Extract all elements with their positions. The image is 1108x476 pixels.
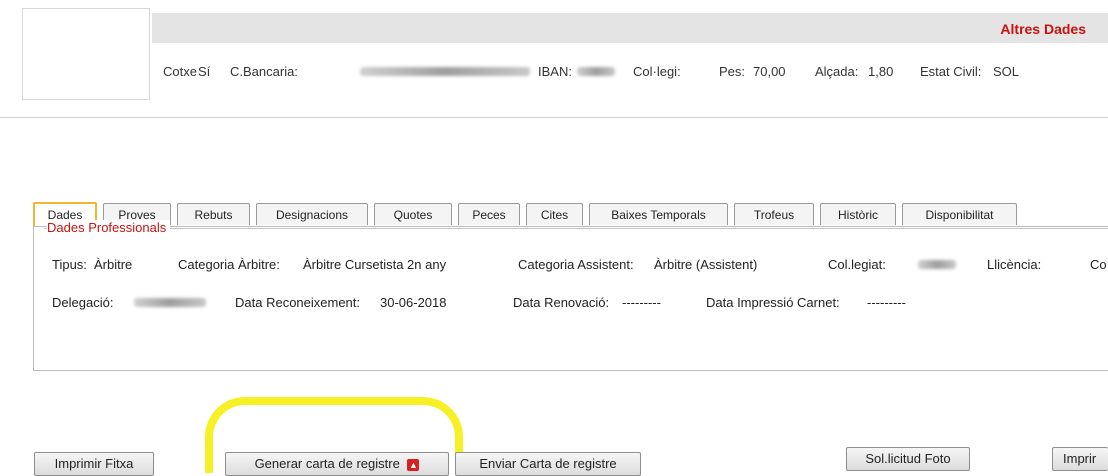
- colegiat-redacted: [918, 260, 956, 269]
- iban-redacted: [577, 67, 615, 76]
- professional-row-2: Delegació: Data Reconeixement: 30-06-201…: [52, 295, 1108, 311]
- pes-value: 70,00: [753, 64, 786, 79]
- bancaria-label: C.Bancaria:: [230, 64, 298, 79]
- generar-carta-label: Generar carta de registre: [254, 456, 400, 471]
- imprimir-fitxa-button[interactable]: Imprimir Fitxa: [34, 452, 154, 476]
- altres-dades-link[interactable]: Altres Dades: [1000, 21, 1086, 37]
- renovacio-value: ---------: [622, 295, 661, 310]
- imprimir-button-truncated[interactable]: Imprir: [1052, 447, 1108, 471]
- truncated-label: Co: [1090, 257, 1107, 272]
- pdf-icon: ▲: [407, 458, 420, 471]
- profile-photo-placeholder: [22, 8, 150, 100]
- renovacio-label: Data Renovació:: [513, 295, 610, 310]
- alcada-label: Alçada:: [815, 64, 859, 79]
- collegi-label: Col·legi:: [633, 64, 681, 79]
- tab-quotes[interactable]: Quotes: [374, 203, 452, 225]
- generar-carta-button[interactable]: Generar carta de registre ▲: [225, 452, 449, 476]
- reconeixement-label: Data Reconeixement:: [235, 295, 361, 310]
- delegacio-label: Delegació:: [52, 295, 114, 310]
- tab-cites[interactable]: Cites: [526, 203, 583, 225]
- estat-civil-label: Estat Civil:: [920, 64, 982, 79]
- impressio-label: Data Impressió Carnet:: [706, 295, 840, 310]
- tab-rebuts[interactable]: Rebuts: [177, 203, 250, 225]
- categoria-value: Àrbitre Cursetista 2n any: [303, 257, 447, 272]
- tab-historic[interactable]: Històric: [820, 203, 896, 225]
- enviar-carta-button[interactable]: Enviar Carta de registre: [455, 452, 641, 476]
- cotxe-value: Sí: [198, 64, 211, 79]
- sollicitud-foto-button[interactable]: Sol.licitud Foto: [846, 447, 970, 471]
- tab-peces[interactable]: Peces: [458, 203, 520, 225]
- header-bar: Altres Dades: [152, 13, 1108, 43]
- iban-label: IBAN:: [538, 64, 572, 79]
- divider: [0, 117, 1108, 118]
- tab-disponibilitat[interactable]: Disponibilitat: [902, 203, 1017, 225]
- reconeixement-value: 30-06-2018: [380, 295, 447, 310]
- impressio-value: ---------: [867, 295, 906, 310]
- llicencia-label: Llicència:: [987, 257, 1042, 272]
- tipus-label: Tipus:: [52, 257, 87, 272]
- tipus-value: Àrbitre: [94, 257, 133, 272]
- section-legend: Dades Professionals: [47, 220, 171, 235]
- assistent-value: Àrbitre (Assistent): [654, 257, 758, 272]
- bancaria-redacted: [360, 67, 530, 76]
- categoria-label: Categoria Àrbitre:: [178, 257, 280, 272]
- delegacio-redacted: [134, 298, 206, 307]
- professional-row-1: Tipus: Àrbitre Categoria Àrbitre: Àrbitr…: [52, 257, 1108, 273]
- estat-civil-value: SOL: [993, 64, 1020, 79]
- alcada-value: 1,80: [868, 64, 894, 79]
- colegiat-label: Col.legiat:: [828, 257, 886, 272]
- assistent-label: Categoria Assistent:: [518, 257, 634, 272]
- tab-trofeus[interactable]: Trofeus: [734, 203, 814, 225]
- cotxe-label: Cotxe: [163, 64, 197, 79]
- pes-label: Pes:: [719, 64, 746, 79]
- tab-designacions[interactable]: Designacions: [256, 203, 368, 225]
- tab-baixes-temporals[interactable]: Baixes Temporals: [589, 203, 728, 225]
